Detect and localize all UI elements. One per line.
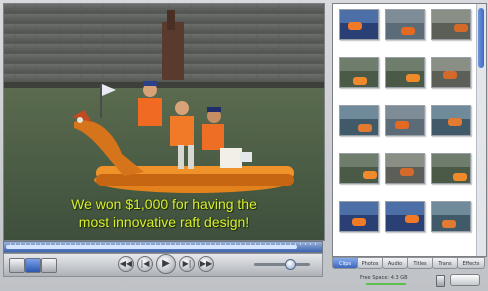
clip-thumbnail[interactable] — [383, 8, 425, 51]
tab-clips[interactable]: Clips — [332, 257, 358, 269]
clip-image — [339, 9, 379, 40]
clip-subject — [348, 22, 362, 30]
clip-subject — [442, 220, 456, 228]
clip-subject — [353, 77, 367, 85]
clip-image — [385, 57, 425, 88]
clip-subject — [400, 168, 414, 176]
clip-subject — [363, 171, 377, 179]
clip-image — [385, 105, 425, 136]
clip-subject — [406, 74, 420, 82]
playhead-scrubber[interactable] — [3, 241, 323, 253]
single-view-icon[interactable] — [9, 258, 25, 273]
clip-thumbnail[interactable] — [383, 56, 425, 99]
free-space-meter — [366, 283, 406, 285]
status-bar: Free Space: 4.3 GB — [332, 272, 487, 289]
clip-subject — [401, 27, 415, 35]
clip-subject — [448, 118, 462, 126]
grid-view-icon[interactable] — [25, 258, 41, 273]
clip-image — [385, 9, 425, 40]
clip-image — [385, 201, 425, 232]
list-view-icon[interactable] — [41, 258, 57, 273]
tab-photos[interactable]: Photos — [357, 257, 383, 269]
play-icon[interactable]: ▶ — [156, 254, 176, 274]
clip-thumbnail[interactable] — [337, 104, 379, 147]
clip-image — [431, 57, 471, 88]
next-icon[interactable]: ▶| — [179, 256, 195, 272]
clip-thumbnail[interactable] — [337, 152, 379, 195]
clip-image — [339, 153, 379, 184]
clip-thumbnail[interactable] — [383, 200, 425, 243]
clip-thumbnail[interactable] — [337, 8, 379, 51]
video-caption: We won $1,000 for having the most innova… — [4, 195, 324, 231]
caption-line-2: most innovative raft design! — [78, 214, 250, 230]
video-viewer[interactable]: We won $1,000 for having the most innova… — [3, 3, 325, 241]
trash-icon[interactable] — [436, 275, 445, 287]
volume-knob[interactable] — [285, 259, 296, 270]
clip-image — [339, 57, 379, 88]
scroll-thumb[interactable] — [478, 8, 484, 68]
rewind-icon[interactable]: ◀◀ — [118, 256, 134, 272]
tab-audio[interactable]: Audio — [382, 257, 408, 269]
fast-forward-icon[interactable]: ▶▶ — [198, 256, 214, 272]
clip-thumbnail[interactable] — [337, 56, 379, 99]
clip-image — [431, 9, 471, 40]
playback-controls: ◀◀ |◀ ▶ ▶| ▶▶ — [3, 253, 323, 277]
clip-thumbnail[interactable] — [383, 152, 425, 195]
clip-subject — [352, 218, 366, 226]
volume-track[interactable] — [254, 263, 310, 266]
clip-thumbnail[interactable] — [383, 104, 425, 147]
clip-image — [431, 201, 471, 232]
clip-subject — [454, 24, 468, 32]
tab-titles[interactable]: Titles — [407, 257, 433, 269]
scrubber-progress — [6, 245, 297, 249]
clip-subject — [443, 71, 457, 79]
clip-thumbnail[interactable] — [337, 200, 379, 243]
trash-button[interactable] — [450, 274, 480, 286]
clip-image — [339, 201, 379, 232]
free-space-text: Free Space: 4.3 GB — [360, 275, 408, 281]
caption-line-1: We won $1,000 for having the — [71, 196, 257, 212]
clip-thumbnail[interactable] — [429, 152, 471, 195]
clip-image — [339, 105, 379, 136]
clip-subject — [395, 121, 409, 129]
imovie-window: We won $1,000 for having the most innova… — [0, 0, 488, 291]
clip-scrollbar[interactable] — [476, 4, 486, 256]
clip-image — [385, 153, 425, 184]
clip-thumbnail[interactable] — [429, 8, 471, 51]
tab-transitions[interactable]: Trans — [432, 257, 458, 269]
clip-subject — [405, 215, 419, 223]
clip-thumbnail[interactable] — [429, 104, 471, 147]
clip-subject — [453, 173, 467, 181]
previous-icon[interactable]: |◀ — [137, 256, 153, 272]
clip-thumbnail[interactable] — [429, 56, 471, 99]
tab-effects[interactable]: Effects — [457, 257, 485, 269]
pane-tabs: Clips Photos Audio Titles Trans Effects — [332, 257, 487, 270]
clip-image — [431, 153, 471, 184]
clip-image — [431, 105, 471, 136]
clip-subject — [358, 124, 372, 132]
clip-thumbnail[interactable] — [429, 200, 471, 243]
clip-browser — [332, 3, 487, 257]
